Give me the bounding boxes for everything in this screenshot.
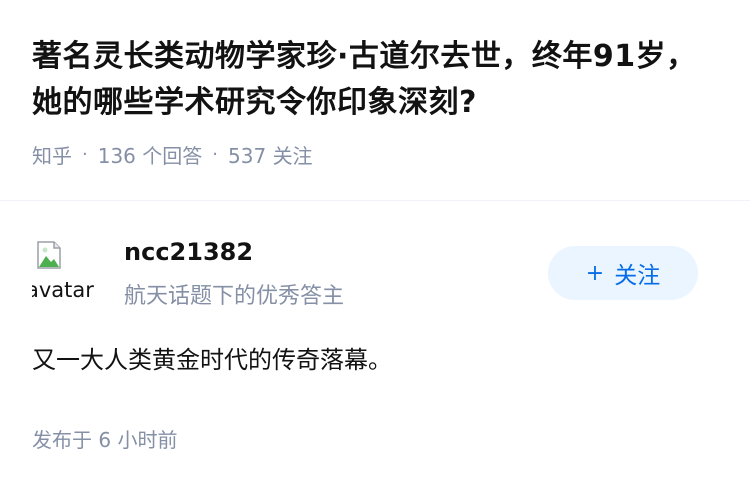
follow-button-label: 关注: [614, 263, 661, 289]
plus-icon: +: [585, 260, 605, 286]
question-title[interactable]: 著名灵长类动物学家珍·古道尔去世，终年91岁，她的哪些学术研究令你印象深刻?: [32, 34, 722, 126]
question-meta: 知乎 · 136 个回答 · 537 关注: [32, 140, 722, 169]
author-headline: 航天话题下的优秀答主: [124, 284, 345, 309]
broken-image-icon: [37, 241, 61, 269]
followers-count-label: 关注: [272, 144, 313, 168]
author-name[interactable]: ncc21382: [124, 238, 253, 266]
source-label[interactable]: 知乎: [32, 140, 72, 169]
answers-count-value: 136: [97, 144, 136, 168]
author-card: avatar ncc21382 航天话题下的优秀答主 + 关注: [32, 238, 718, 314]
avatar-alt-text: avatar: [32, 278, 94, 302]
answers-count-label: 个回答: [142, 144, 203, 168]
followers-count[interactable]: 537 关注: [228, 140, 313, 169]
meta-separator: ·: [212, 144, 219, 165]
meta-separator: ·: [82, 144, 88, 165]
follow-button[interactable]: + 关注: [548, 246, 698, 300]
followers-count-value: 537: [228, 144, 267, 168]
answers-count[interactable]: 136 个回答: [98, 140, 203, 169]
avatar[interactable]: avatar: [32, 238, 96, 302]
answer-timestamp[interactable]: 发布于 6 小时前: [32, 424, 177, 453]
answer-content[interactable]: 又一大人类黄金时代的传奇落幕。: [32, 340, 718, 380]
question-header: 著名灵长类动物学家珍·古道尔去世，终年91岁，她的哪些学术研究令你印象深刻? 知…: [32, 34, 722, 169]
section-divider: [0, 200, 750, 201]
